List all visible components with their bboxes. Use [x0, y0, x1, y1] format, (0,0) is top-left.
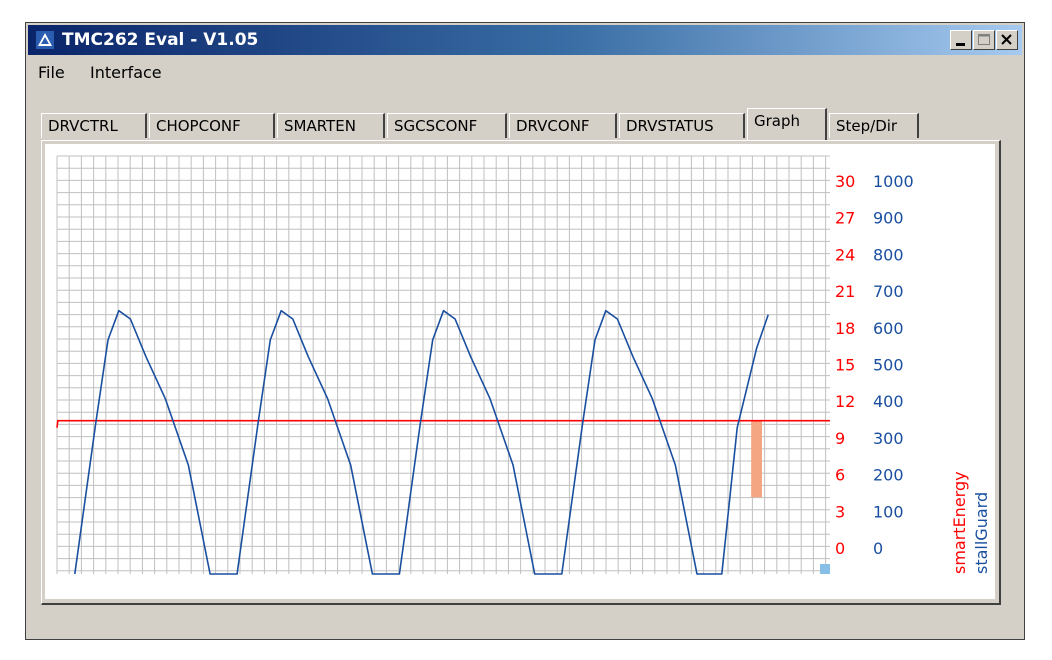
window-title: TMC262 Eval - V1.05 — [62, 30, 259, 50]
minimize-button[interactable] — [950, 30, 972, 50]
graph-tab-panel: 30 1000 27 900 24 800 21 700 18 600 15 500 12 400 9 300… — [41, 140, 1001, 605]
smartenergy-tick-label: 6 — [835, 466, 845, 485]
smartenergy-tick-label: 30 — [835, 172, 855, 191]
stallguard-axis-label: stallGuard — [972, 492, 991, 574]
smartenergy-tick-label: 3 — [835, 502, 845, 521]
minimize-icon — [956, 43, 965, 46]
smartenergy-tick-label: 24 — [835, 245, 855, 264]
smartenergy-tick-label: 21 — [835, 282, 855, 301]
graph-chart: 30 100027 90024 80021 70018 60015 50012 4009 300… — [56, 155, 991, 575]
menu-bar: File Interface — [28, 59, 1022, 85]
stallguard-tick-label: 1000 — [873, 172, 914, 191]
smartenergy-bar-0 — [751, 420, 762, 498]
current-position-marker — [820, 564, 830, 574]
tab-drvconf[interactable]: DRVCONF — [509, 113, 617, 138]
stallguard-tick-label: 700 — [873, 282, 904, 301]
graph-grid — [56, 155, 830, 574]
stallguard-tick-label: 600 — [873, 319, 904, 338]
close-button[interactable] — [996, 30, 1018, 50]
graph-area: 30 1000 27 900 24 800 21 700 18 600 15 500 12 400 9 300… — [45, 144, 995, 599]
smartenergy-tick-label: 9 — [835, 429, 845, 448]
stallguard-tick-label: 100 — [873, 502, 904, 521]
stallguard-tick-label: 800 — [873, 245, 904, 264]
app-window: TMC262 Eval - V1.05 File Interface DRVCT… — [25, 22, 1025, 640]
smartenergy-tick-label: 12 — [835, 392, 855, 411]
maximize-icon — [978, 34, 990, 45]
app-logo-icon — [36, 31, 54, 49]
smartenergy-tick-label: 18 — [835, 319, 855, 338]
smartenergy-tick-label: 27 — [835, 209, 855, 228]
stallguard-tick-label: 300 — [873, 429, 904, 448]
stallguard-tick-label: 900 — [873, 209, 904, 228]
smartenergy-tick-label: 0 — [835, 539, 845, 558]
stallguard-tick-label: 200 — [873, 466, 904, 485]
tab-strip: DRVCTRL CHOPCONF SMARTEN SGCSCONF DRVCON… — [41, 108, 941, 140]
close-icon — [1001, 34, 1012, 45]
menu-file[interactable]: File — [38, 63, 65, 82]
smartenergy-tick-label: 15 — [835, 356, 855, 375]
tab-graph[interactable]: Graph — [747, 108, 827, 140]
smartenergy-axis-label: smartEnergy — [950, 471, 969, 574]
status-bar — [28, 613, 1022, 637]
maximize-button[interactable] — [973, 30, 995, 50]
tab-sgcsconf[interactable]: SGCSCONF — [387, 113, 507, 138]
tab-drvctrl[interactable]: DRVCTRL — [41, 113, 147, 138]
title-bar[interactable]: TMC262 Eval - V1.05 — [28, 25, 1022, 55]
tab-step-dir[interactable]: Step/Dir — [829, 113, 919, 138]
stallguard-tick-label: 400 — [873, 392, 904, 411]
stallguard-tick-label: 0 — [873, 539, 883, 558]
tab-drvstatus[interactable]: DRVSTATUS — [619, 113, 745, 138]
stallguard-tick-label: 500 — [873, 356, 904, 375]
tab-chopconf[interactable]: CHOPCONF — [149, 113, 275, 138]
tab-smarten[interactable]: SMARTEN — [277, 113, 385, 138]
menu-interface[interactable]: Interface — [90, 63, 162, 82]
